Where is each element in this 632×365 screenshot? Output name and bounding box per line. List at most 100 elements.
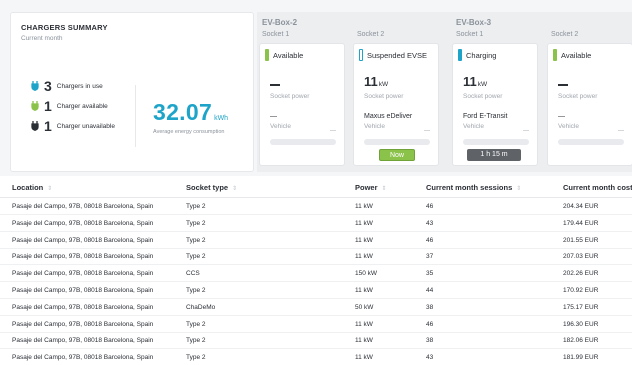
socket-card[interactable]: Charging 11kW Socket power Ford E-Transi… bbox=[452, 43, 538, 166]
column-header-cost[interactable]: Current month cost bbox=[563, 183, 632, 192]
energy-value: 32.07 bbox=[153, 99, 213, 125]
table-cell: 11 kW bbox=[355, 337, 373, 345]
energy-block: 32.07 kWh Average energy consumption bbox=[153, 99, 228, 135]
socket-card[interactable]: Suspended EVSE 11kW Socket power Maxus e… bbox=[353, 43, 439, 166]
stat-unavailable: 1 Charger unavailable bbox=[31, 119, 115, 133]
sort-icon: ⇕ bbox=[516, 186, 522, 192]
charging-time-badge: 1 h 15 m bbox=[467, 149, 521, 161]
socket-power-caption: Socket power bbox=[270, 93, 310, 100]
table-row[interactable]: Pasaje del Campo, 97B, 08018 Barcelona, … bbox=[0, 332, 632, 350]
socket-label: Socket 2 bbox=[357, 31, 385, 38]
stat-label: Chargers in use bbox=[56, 82, 103, 90]
chargers-summary-card: CHARGERS SUMMARY Current month 3 Charger… bbox=[10, 12, 254, 172]
table-cell: 11 kW bbox=[355, 219, 373, 227]
table-cell: Pasaje del Campo, 97B, 08018 Barcelona, … bbox=[12, 219, 154, 227]
table-cell: 43 bbox=[426, 354, 434, 362]
table-cell: 150 kW bbox=[355, 270, 378, 278]
socket-label: Socket 1 bbox=[262, 31, 290, 38]
plug-icon bbox=[31, 81, 39, 91]
socket-label: Socket 1 bbox=[456, 31, 484, 38]
table-row[interactable]: Pasaje del Campo, 97B, 08018 Barcelona, … bbox=[0, 215, 632, 232]
vehicle-caption: Vehicle bbox=[463, 123, 484, 130]
socket-power: 11kW bbox=[463, 74, 488, 89]
status-indicator bbox=[458, 49, 462, 61]
table-cell: 38 bbox=[426, 303, 434, 311]
table-cell: 50 kW bbox=[355, 303, 374, 311]
summary-title: CHARGERS SUMMARY bbox=[21, 23, 108, 32]
energy-caption: Average energy consumption bbox=[153, 129, 225, 135]
table-cell: 202.26 EUR bbox=[563, 270, 599, 278]
socket-power-caption: Socket power bbox=[558, 93, 598, 100]
status-text: Available bbox=[273, 50, 304, 60]
summary-subtitle: Current month bbox=[21, 35, 63, 42]
table-cell: Pasaje del Campo, 97B, 08018 Barcelona, … bbox=[12, 287, 154, 294]
status-indicator bbox=[359, 49, 363, 61]
socket-card[interactable]: Available Socket power — Vehicle — bbox=[259, 43, 345, 166]
table-cell: 37 bbox=[426, 253, 434, 261]
stat-available: 1 Charger available bbox=[31, 99, 108, 113]
sort-icon: ⇕ bbox=[381, 186, 387, 192]
table-cell: Type 2 bbox=[186, 320, 206, 328]
sort-icon: ⇕ bbox=[47, 186, 53, 192]
table-cell: 207.03 EUR bbox=[563, 253, 599, 261]
table-cell: 204.34 EUR bbox=[563, 203, 599, 210]
session-progress bbox=[270, 139, 336, 145]
table-row[interactable]: Pasaje del Campo, 97B, 08018 Barcelona, … bbox=[0, 265, 632, 283]
table-cell: Type 2 bbox=[186, 203, 206, 210]
socket-status: Suspended EVSE bbox=[359, 49, 427, 61]
table-cell: 181.99 EUR bbox=[563, 354, 599, 362]
column-header-location[interactable]: Location ⇕ bbox=[12, 183, 52, 192]
column-header-socket-type[interactable]: Socket type ⇕ bbox=[186, 183, 237, 192]
stat-label: Charger unavailable bbox=[56, 122, 115, 130]
table-row[interactable]: Pasaje del Campo, 97B, 08018 Barcelona, … bbox=[0, 299, 632, 316]
plug-icon bbox=[31, 101, 39, 111]
table-cell: 43 bbox=[426, 219, 434, 227]
socket-card[interactable]: Available Socket power — Vehicle — bbox=[547, 43, 632, 166]
table-cell: Pasaje del Campo, 97B, 08018 Barcelona, … bbox=[12, 320, 154, 328]
table-cell: 11 kW bbox=[355, 287, 373, 294]
table-cell: 46 bbox=[426, 203, 434, 210]
socket-status: Available bbox=[553, 49, 591, 61]
socket-power-caption: Socket power bbox=[463, 93, 503, 100]
stat-count: 3 bbox=[44, 78, 52, 94]
vehicle-caption: Vehicle bbox=[364, 123, 385, 130]
socket-power: 11kW bbox=[364, 74, 389, 89]
stat-count: 1 bbox=[44, 118, 52, 134]
table-cell: 175.17 EUR bbox=[563, 303, 599, 311]
table-cell: Type 2 bbox=[186, 236, 206, 244]
table-row[interactable]: Pasaje del Campo, 97B, 08018 Barcelona, … bbox=[0, 232, 632, 249]
table-row[interactable]: Pasaje del Campo, 97B, 08018 Barcelona, … bbox=[0, 198, 632, 215]
table-cell: 11 kW bbox=[355, 203, 373, 210]
table-row[interactable]: Pasaje del Campo, 97B, 08018 Barcelona, … bbox=[0, 248, 632, 266]
socket-power-caption: Socket power bbox=[364, 93, 404, 100]
session-value: — bbox=[618, 128, 624, 134]
table-cell: 182.06 EUR bbox=[563, 337, 599, 345]
energy-unit: kWh bbox=[214, 115, 229, 122]
stat-count: 1 bbox=[44, 98, 52, 114]
table-row[interactable]: Pasaje del Campo, 97B, 08018 Barcelona, … bbox=[0, 316, 632, 333]
vehicle-value: — bbox=[270, 113, 277, 120]
charger-name: EV-Box-3 bbox=[456, 18, 492, 27]
table-cell: 44 bbox=[426, 287, 434, 294]
chargers-strip[interactable]: EV-Box-2 Socket 1 Available Socket power… bbox=[257, 12, 632, 172]
vehicle-value: Maxus eDeliver bbox=[364, 113, 413, 120]
table-cell: Pasaje del Campo, 97B, 08018 Barcelona, … bbox=[12, 354, 154, 362]
vehicle-caption: Vehicle bbox=[270, 123, 291, 130]
vehicle-value: Ford E-Transit bbox=[463, 113, 508, 120]
table-row[interactable]: Pasaje del Campo, 97B, 08018 Barcelona, … bbox=[0, 349, 632, 365]
column-header-power[interactable]: Power ⇕ bbox=[355, 183, 387, 192]
column-header-sessions[interactable]: Current month sessions ⇕ bbox=[426, 183, 521, 192]
socket-label: Socket 2 bbox=[551, 31, 579, 38]
vehicle-caption: Vehicle bbox=[558, 123, 579, 130]
status-text: Suspended EVSE bbox=[367, 50, 428, 60]
session-progress bbox=[364, 139, 430, 145]
plug-icon bbox=[31, 121, 39, 131]
table-cell: 170.92 EUR bbox=[563, 287, 599, 294]
stat-in-use: 3 Chargers in use bbox=[31, 79, 103, 93]
session-value: — bbox=[330, 128, 336, 134]
table-row[interactable]: Pasaje del Campo, 97B, 08018 Barcelona, … bbox=[0, 282, 632, 299]
socket-power-empty bbox=[270, 84, 280, 86]
table-cell: 11 kW bbox=[355, 253, 373, 261]
table-cell: CCS bbox=[186, 270, 200, 278]
socket-status: Available bbox=[265, 49, 303, 61]
